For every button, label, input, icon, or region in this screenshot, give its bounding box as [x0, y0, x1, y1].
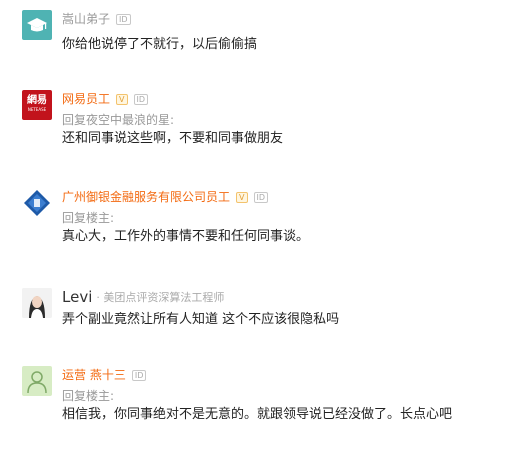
comment-text: 还和同事说这些啊，不要和同事做朋友 — [62, 131, 284, 146]
id-badge: ID — [133, 93, 149, 105]
reply-to: 回复楼主: — [62, 389, 115, 403]
diamond-logo-icon — [24, 190, 50, 216]
author-name[interactable]: 广州御银金融服务有限公司员工 — [62, 190, 230, 204]
author-name[interactable]: 运营 燕十三 — [62, 368, 126, 382]
graduation-cap-icon — [27, 18, 47, 32]
avatar-subtext: NETEASE — [27, 107, 47, 112]
verified-badge: V — [236, 191, 248, 203]
reply-to: 回复楼主: — [62, 211, 115, 225]
id-badge: ID — [131, 369, 147, 381]
avatar-char: 易 — [37, 95, 47, 106]
verified-badge: V — [116, 93, 128, 105]
id-badge: ID — [116, 13, 131, 25]
comment-text: 相信我，你同事绝对不是无意的。就跟领导说已经没做了。长点心吧 — [62, 407, 453, 422]
comment-text: 真心大，工作外的事情不要和任何同事谈。 — [62, 229, 310, 244]
avatar-netease[interactable]: 網易 NETEASE — [22, 90, 52, 120]
author-title: · 美团点评资深算法工程师 — [96, 291, 225, 304]
author-name[interactable]: 网易员工 — [62, 92, 110, 106]
avatar-default[interactable] — [22, 366, 52, 396]
avatar-photo[interactable] — [22, 288, 52, 318]
comment-text: 弄个副业竟然让所有人知道 这个不应该很隐私吗 — [62, 312, 340, 327]
author-name[interactable]: Levi — [62, 290, 92, 305]
author-name[interactable]: 嵩山弟子 — [62, 12, 110, 26]
comment-text: 你给他说停了不就行，以后偷偷搞 — [62, 37, 258, 52]
avatar-graduation-cap[interactable] — [22, 10, 52, 40]
id-badge: ID — [253, 191, 269, 203]
reply-to: 回复夜空中最浪的星: — [62, 113, 175, 127]
avatar-yuyin-logo[interactable] — [22, 188, 52, 218]
avatar-char: 網 — [27, 95, 37, 106]
default-user-icon — [27, 371, 47, 394]
user-photo-icon — [22, 288, 52, 318]
